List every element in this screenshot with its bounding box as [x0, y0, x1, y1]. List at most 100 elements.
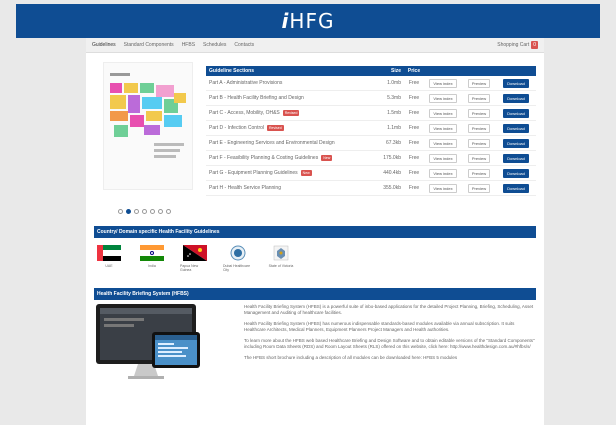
- download-button[interactable]: Download: [503, 78, 529, 88]
- preview-button[interactable]: Preview: [467, 138, 491, 148]
- uae-flag-icon: [97, 245, 121, 261]
- section-size: 1.0mb: [387, 80, 401, 86]
- flag-india[interactable]: India: [137, 245, 167, 272]
- flag-label: Dubai Healthcare City: [223, 264, 251, 272]
- status-badge: Revised: [282, 110, 300, 116]
- section-title[interactable]: Part B - Health Facility Briefing and De…: [209, 95, 304, 101]
- table-row: Part D - Infection Control Revised 1.1mb Fr…: [206, 121, 536, 136]
- section-title[interactable]: Part H - Health Service Planning: [209, 185, 281, 191]
- table-row: Part H - Health Service Planning 355.0kb F…: [206, 181, 536, 196]
- preview-button[interactable]: Preview: [467, 153, 491, 163]
- flag-label: State of Victoria: [268, 264, 294, 268]
- carousel-dot[interactable]: [118, 209, 123, 214]
- view-index-button[interactable]: View index: [429, 138, 457, 148]
- top-nav: Guidelines Standard Components HFBS Sche…: [86, 38, 544, 53]
- view-index-button[interactable]: View index: [429, 123, 457, 133]
- preview-button[interactable]: Preview: [467, 183, 491, 193]
- download-button[interactable]: Download: [503, 168, 529, 178]
- carousel-dot[interactable]: [166, 209, 171, 214]
- hfbs-paragraph: Health Facility Briefing System (HFBS) i…: [244, 304, 534, 315]
- flag-label: Papua New Guinea: [180, 264, 199, 272]
- nav-guidelines[interactable]: Guidelines: [92, 42, 116, 48]
- download-button[interactable]: Download: [503, 138, 529, 148]
- site-header: iHFG: [16, 4, 600, 38]
- section-title[interactable]: Part A - Administrative Provisions: [209, 80, 282, 86]
- flag-label: UAE: [105, 264, 113, 268]
- logo-text: HFG: [289, 9, 335, 33]
- carousel-dot[interactable]: [134, 209, 139, 214]
- section-title[interactable]: Part D - Infection Control: [209, 125, 264, 131]
- flag-victoria[interactable]: State of Victoria: [266, 245, 296, 272]
- dhcc-emblem-icon: [226, 245, 250, 261]
- section-size: 175.0kb: [383, 155, 401, 161]
- download-button[interactable]: Download: [503, 123, 529, 133]
- png-flag-icon: [183, 245, 207, 261]
- nav-standard-components[interactable]: Standard Components: [124, 42, 174, 48]
- nav-contacts[interactable]: Contacts: [234, 42, 254, 48]
- view-index-button[interactable]: View index: [429, 93, 457, 103]
- section-size: 355.0kb: [383, 185, 401, 191]
- section-title[interactable]: Part E - Engineering Services and Enviro…: [209, 140, 335, 146]
- status-badge: New: [321, 155, 333, 161]
- cart-label: Shopping Cart: [497, 42, 530, 48]
- flag-dhcc[interactable]: Dubai Healthcare City: [223, 245, 253, 272]
- flag-png[interactable]: Papua New Guinea: [180, 245, 210, 272]
- flag-uae[interactable]: UAE: [94, 245, 124, 272]
- preview-button[interactable]: Preview: [467, 168, 491, 178]
- country-section-header: Country/ Domain specific Health Facility…: [94, 226, 536, 238]
- site-logo[interactable]: iHFG: [282, 9, 335, 33]
- carousel-dot-active[interactable]: [126, 209, 131, 214]
- col-price: Price: [407, 68, 421, 74]
- table-row: Part G - Equipment Planning Guidelines Ne…: [206, 166, 536, 181]
- section-title[interactable]: Part F - Feasibility Planning & Costing …: [209, 155, 318, 161]
- preview-button[interactable]: Preview: [467, 108, 491, 118]
- hfbs-section-header: Health Facility Briefing System (HFBS): [94, 288, 536, 300]
- section-size: 67.3kb: [385, 140, 401, 146]
- cart-count-badge: 0: [531, 41, 538, 49]
- carousel-dot[interactable]: [150, 209, 155, 214]
- section-size: 1.5mb: [387, 110, 401, 116]
- india-flag-icon: [140, 245, 164, 261]
- section-price: Free: [408, 185, 420, 191]
- download-button[interactable]: Download: [503, 153, 529, 163]
- preview-button[interactable]: Preview: [467, 93, 491, 103]
- table-row: Part F - Feasibility Planning & Costing …: [206, 151, 536, 166]
- hfbs-paragraph: Health Facility Briefing System (HFBS) h…: [244, 321, 515, 332]
- carousel-dots: [118, 209, 171, 214]
- section-title[interactable]: Part G - Equipment Planning Guidelines: [209, 170, 298, 176]
- carousel-dot[interactable]: [142, 209, 147, 214]
- download-button[interactable]: Download: [503, 183, 529, 193]
- table-row: Part B - Health Facility Briefing and De…: [206, 91, 536, 106]
- guideline-preview-carousel[interactable]: [98, 62, 198, 238]
- hfbs-devices-image: [94, 302, 204, 382]
- hfbs-paragraph: The HFBS short brochure including a desc…: [244, 355, 458, 360]
- section-size: 1.1mb: [387, 125, 401, 131]
- section-price: Free: [408, 170, 420, 176]
- nav-schedules[interactable]: Schedules: [203, 42, 226, 48]
- preview-button[interactable]: Preview: [467, 78, 491, 88]
- hfbs-paragraph: To learn more about the HFBS web based H…: [244, 338, 535, 349]
- view-index-button[interactable]: View index: [429, 183, 457, 193]
- nav-hfbs[interactable]: HFBS: [182, 42, 195, 48]
- download-button[interactable]: Download: [503, 108, 529, 118]
- table-row: Part C - Access, Mobility, OH&S Revised 1.…: [206, 106, 536, 121]
- table-row: Part A - Administrative Provisions 1.0mb F…: [206, 76, 536, 91]
- col-size: Size: [390, 68, 401, 74]
- download-button[interactable]: Download: [503, 93, 529, 103]
- section-price: Free: [408, 155, 420, 161]
- carousel-dot[interactable]: [158, 209, 163, 214]
- view-index-button[interactable]: View index: [429, 108, 457, 118]
- section-title[interactable]: Part C - Access, Mobility, OH&S: [209, 110, 280, 116]
- victoria-emblem-icon: [269, 245, 293, 261]
- hfbs-description: Health Facility Briefing System (HFBS) i…: [244, 304, 536, 366]
- status-badge: Revised: [267, 125, 284, 131]
- section-price: Free: [408, 140, 420, 146]
- view-index-button[interactable]: View index: [429, 153, 457, 163]
- col-sections: Guideline Sections: [209, 68, 255, 74]
- country-flags: UAE India Papua New Guinea Dubai Healthc…: [94, 245, 296, 272]
- preview-button[interactable]: Preview: [467, 123, 491, 133]
- section-size: 440.4kb: [383, 170, 401, 176]
- shopping-cart-link[interactable]: Shopping Cart 0: [497, 41, 538, 49]
- view-index-button[interactable]: View index: [429, 78, 457, 88]
- view-index-button[interactable]: View index: [429, 168, 457, 178]
